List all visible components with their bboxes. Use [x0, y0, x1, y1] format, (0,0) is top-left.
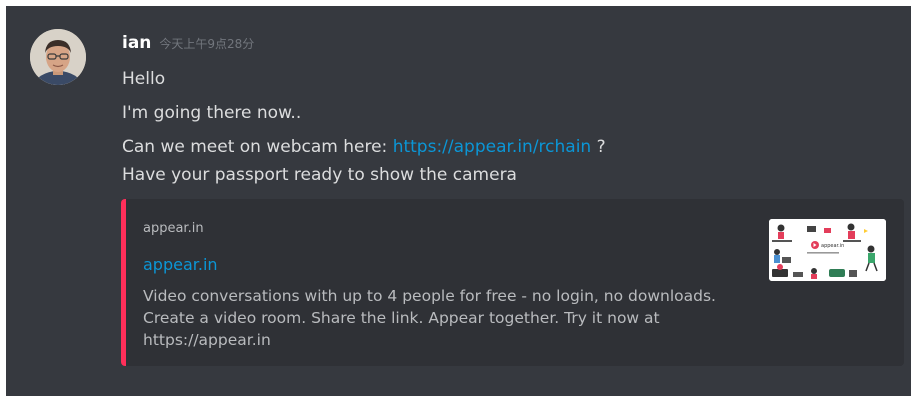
chat-panel: ian 今天上午9点28分 Hello I'm going there now.…: [6, 6, 911, 396]
username[interactable]: ian: [122, 33, 151, 53]
message-text: Can we meet on webcam here:: [122, 137, 393, 157]
user-avatar[interactable]: [30, 29, 86, 85]
link-embed: appear.in appear.in Video conversations …: [121, 199, 904, 366]
message-line: I'm going there now..: [122, 103, 302, 123]
message-line-with-link: Can we meet on webcam here: https://appe…: [122, 136, 606, 158]
message-line: Hello: [122, 69, 166, 89]
embed-thumbnail[interactable]: appear.in: [769, 219, 886, 281]
embed-provider: appear.in: [143, 221, 204, 236]
embed-title-link[interactable]: appear.in: [143, 255, 218, 274]
message-link[interactable]: https://appear.in/rchain: [393, 137, 592, 157]
message-timestamp: 今天上午9点28分: [159, 37, 255, 51]
message-text: ?: [591, 137, 606, 157]
thumbnail-logo-text: appear.in: [821, 243, 844, 249]
embed-description: Video conversations with up to 4 people …: [143, 287, 716, 349]
message-line: Have your passport ready to show the cam…: [122, 165, 517, 185]
message-header: ian 今天上午9点28分: [122, 33, 254, 55]
avatar-image: [30, 29, 86, 85]
embed-thumbnail-illustration: appear.in: [769, 219, 886, 281]
embed-accent-bar: [121, 199, 126, 366]
